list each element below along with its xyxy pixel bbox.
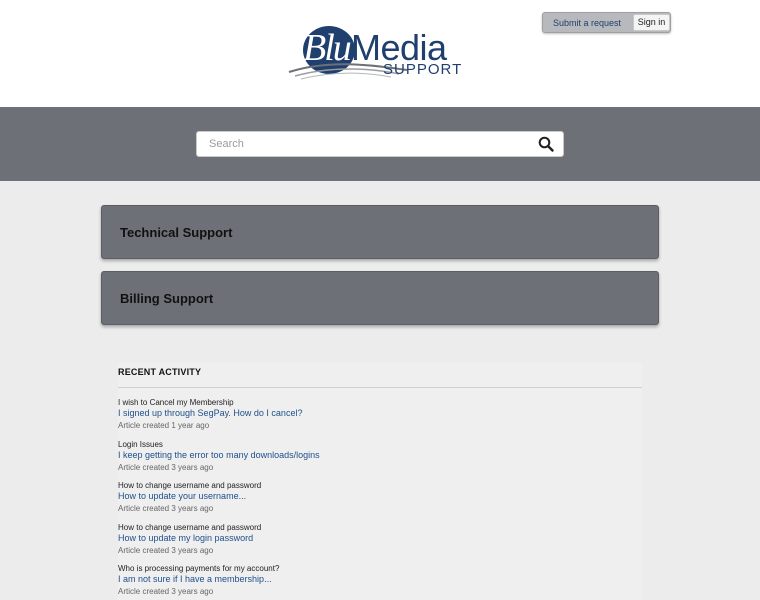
activity-article-link[interactable]: I signed up through SegPay. How do I can…: [118, 407, 302, 419]
search-icon[interactable]: [538, 136, 554, 152]
activity-article-link[interactable]: I am not sure if I have a membership...: [118, 573, 272, 585]
activity-item: How to change username and password How …: [118, 480, 642, 520]
activity-meta: Article created 3 years ago: [118, 463, 214, 472]
search-box: [196, 131, 564, 157]
search-input[interactable]: [197, 132, 527, 156]
search-band: [0, 107, 760, 181]
recent-activity: RECENT ACTIVITY I wish to Cancel my Memb…: [118, 363, 642, 600]
activity-item: How to change username and password How …: [118, 522, 642, 562]
user-nav: Submit a request Sign in: [542, 12, 671, 33]
category-technical-support[interactable]: Technical Support: [101, 205, 659, 259]
activity-meta: Article created 3 years ago: [118, 546, 214, 555]
activity-item: I wish to Cancel my Membership I signed …: [118, 397, 642, 437]
submit-request-link[interactable]: Submit a request: [553, 17, 621, 29]
activity-meta: Article created 1 year ago: [118, 421, 210, 430]
category-label: Billing Support: [120, 291, 214, 306]
logo-support-text: SUPPORT: [383, 61, 463, 78]
activity-meta: Article created 3 years ago: [118, 504, 214, 513]
recent-activity-title: RECENT ACTIVITY: [118, 367, 202, 377]
activity-item: Login Issues I keep getting the error to…: [118, 439, 642, 479]
sign-in-button[interactable]: Sign in: [633, 14, 670, 31]
site-header: Blu Media SUPPORT Submit a request Sign …: [0, 0, 760, 107]
activity-article-link[interactable]: How to update your username...: [118, 490, 246, 502]
divider: [118, 387, 642, 388]
category-label: Technical Support: [120, 225, 233, 240]
category-billing-support[interactable]: Billing Support: [101, 271, 659, 325]
blumedia-support-logo[interactable]: Blu Media SUPPORT: [287, 26, 465, 82]
activity-article-link[interactable]: I keep getting the error too many downlo…: [118, 449, 320, 461]
activity-item: Who is processing payments for my accoun…: [118, 563, 642, 600]
activity-article-link[interactable]: How to update my login password: [118, 532, 253, 544]
logo-blu-text: Blu: [303, 27, 352, 69]
activity-meta: Article created 3 years ago: [118, 587, 214, 596]
